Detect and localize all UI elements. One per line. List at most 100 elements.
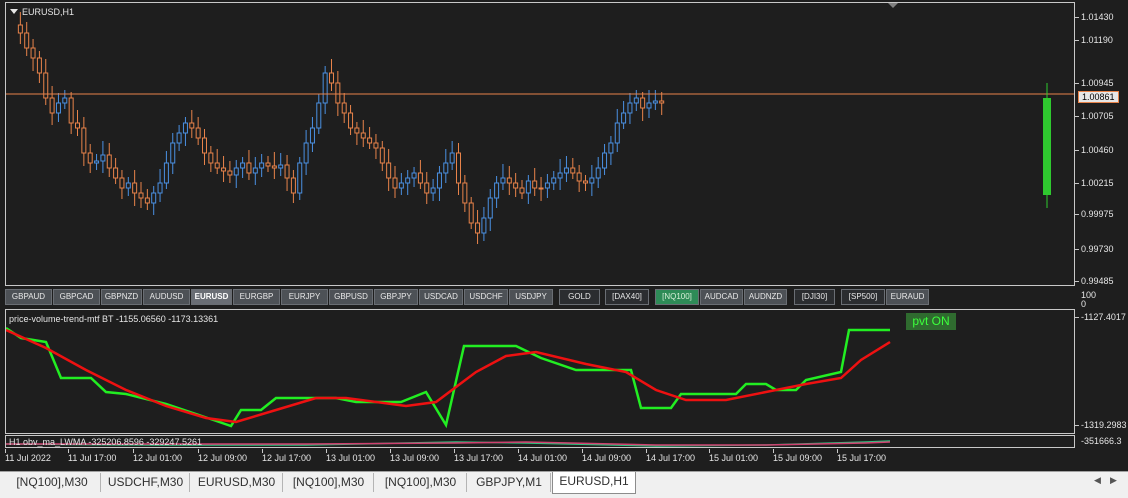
symbol-button-audnzd[interactable]: AUDNZD: [744, 289, 787, 305]
candle-body[interactable]: [532, 180, 538, 189]
symbol-button-usdchf[interactable]: USDCHF: [464, 289, 508, 305]
candle-body[interactable]: [316, 102, 322, 129]
candle-body[interactable]: [627, 102, 633, 114]
candle-body[interactable]: [125, 182, 131, 189]
candle-body[interactable]: [157, 182, 163, 194]
candle-body[interactable]: [75, 122, 80, 129]
candle-body[interactable]: [621, 112, 627, 124]
candle-body[interactable]: [55, 102, 61, 114]
candle-body[interactable]: [373, 142, 379, 149]
candle-body[interactable]: [62, 97, 68, 104]
chart-tab[interactable]: EURUSD,H1: [552, 472, 636, 494]
candle-body[interactable]: [265, 162, 271, 167]
candle-body[interactable]: [513, 182, 519, 189]
candle-body[interactable]: [170, 142, 176, 164]
candle-body[interactable]: [119, 177, 125, 189]
candle-body[interactable]: [290, 177, 296, 194]
candle-body[interactable]: [360, 132, 366, 139]
chart-shift-marker-icon[interactable]: [888, 3, 898, 8]
candle-body[interactable]: [449, 152, 455, 164]
candle-body[interactable]: [595, 167, 601, 179]
symbol-button-audusd[interactable]: AUDUSD: [143, 289, 190, 305]
symbol-button-dax40[interactable]: [DAX40]: [605, 289, 649, 305]
candle-body[interactable]: [335, 82, 341, 104]
candle-body[interactable]: [189, 122, 195, 129]
candle-body[interactable]: [24, 32, 30, 49]
candle-body[interactable]: [494, 182, 500, 199]
candle-body[interactable]: [233, 167, 239, 176]
candle-body[interactable]: [468, 202, 474, 224]
candle-body[interactable]: [303, 142, 309, 164]
candle-body[interactable]: [544, 182, 550, 189]
candle-body[interactable]: [602, 152, 608, 169]
candle-body[interactable]: [640, 97, 646, 109]
candle-body[interactable]: [309, 127, 315, 144]
candle-body[interactable]: [392, 177, 398, 189]
candle-body[interactable]: [646, 102, 652, 109]
candle-body[interactable]: [367, 137, 373, 144]
candle-body[interactable]: [487, 197, 493, 219]
symbol-button-gbpaud[interactable]: GBPAUD: [5, 289, 52, 305]
candle-body[interactable]: [106, 154, 112, 169]
candle-body[interactable]: [163, 162, 169, 184]
chart-menu-triangle-icon[interactable]: [10, 9, 18, 14]
candle-body[interactable]: [563, 167, 569, 174]
symbol-button-gbpnzd[interactable]: GBPNZD: [101, 289, 142, 305]
candle-body[interactable]: [576, 172, 582, 182]
candle-body[interactable]: [557, 172, 563, 179]
candle-body[interactable]: [176, 132, 182, 144]
candle-body[interactable]: [436, 172, 442, 189]
tab-scroll-right-icon[interactable]: ▶: [1110, 475, 1117, 486]
candle-body[interactable]: [278, 164, 284, 169]
candle-body[interactable]: [348, 112, 354, 129]
price-chart-pane[interactable]: EURUSD,H1: [5, 2, 1075, 286]
candle-body[interactable]: [221, 167, 227, 172]
candle-body[interactable]: [341, 102, 347, 114]
symbol-button-dji30[interactable]: [DJI30]: [794, 289, 835, 305]
candle-body[interactable]: [538, 187, 544, 190]
candle-body[interactable]: [246, 162, 252, 174]
candle-body[interactable]: [94, 160, 100, 164]
chart-tab[interactable]: EURUSD,M30: [191, 473, 283, 492]
candle-body[interactable]: [525, 180, 531, 194]
symbol-button-gold[interactable]: GOLD: [559, 289, 600, 305]
candle-body[interactable]: [570, 167, 576, 174]
symbol-button-eurgbp[interactable]: EURGBP: [233, 289, 280, 305]
symbol-button-audcad[interactable]: AUDCAD: [700, 289, 743, 305]
candle-body[interactable]: [195, 127, 201, 139]
candle-body[interactable]: [68, 97, 74, 124]
candle-body[interactable]: [430, 187, 436, 194]
candle-body[interactable]: [589, 177, 595, 184]
candle-body[interactable]: [506, 177, 512, 184]
candle-body[interactable]: [202, 137, 207, 154]
candle-body[interactable]: [583, 180, 588, 184]
candle-body[interactable]: [100, 154, 106, 162]
candle-body[interactable]: [30, 47, 36, 59]
candle-body[interactable]: [633, 97, 639, 104]
time-axis[interactable]: 11 Jul 2022 11 Jul 17:00 12 Jul 01:00 12 Ju…: [0, 449, 1128, 467]
candle-body[interactable]: [132, 182, 138, 194]
candle-body[interactable]: [481, 217, 487, 234]
candle-body[interactable]: [138, 192, 144, 199]
symbol-button-gbpusd[interactable]: GBPUSD: [329, 289, 373, 305]
candle-body[interactable]: [354, 127, 360, 134]
candle-body[interactable]: [424, 182, 430, 194]
candle-body[interactable]: [87, 152, 93, 164]
candle-body[interactable]: [297, 162, 303, 194]
candle-body[interactable]: [417, 172, 423, 184]
chart-tab[interactable]: [NQ100],M30: [375, 473, 467, 492]
candle-body[interactable]: [144, 197, 150, 204]
candle-body[interactable]: [17, 24, 23, 34]
symbol-button-usdjpy[interactable]: USDJPY: [509, 289, 553, 305]
candle-body[interactable]: [475, 222, 481, 234]
symbol-button-eurjpy[interactable]: EURJPY: [281, 289, 328, 305]
symbol-button-gbpcad[interactable]: GBPCAD: [53, 289, 100, 305]
candle-body[interactable]: [659, 100, 665, 104]
candle-body[interactable]: [214, 162, 220, 169]
candle-body[interactable]: [386, 162, 392, 179]
candle-body[interactable]: [443, 162, 449, 174]
symbol-button-euraud[interactable]: EURAUD: [886, 289, 929, 305]
symbol-button-gbpjpy[interactable]: GBPJPY: [374, 289, 418, 305]
candle-body[interactable]: [379, 147, 385, 164]
price-axis[interactable]: 1.01430 1.01190 1.00945 1.00705 1.00460 1.002…: [1075, 2, 1128, 286]
